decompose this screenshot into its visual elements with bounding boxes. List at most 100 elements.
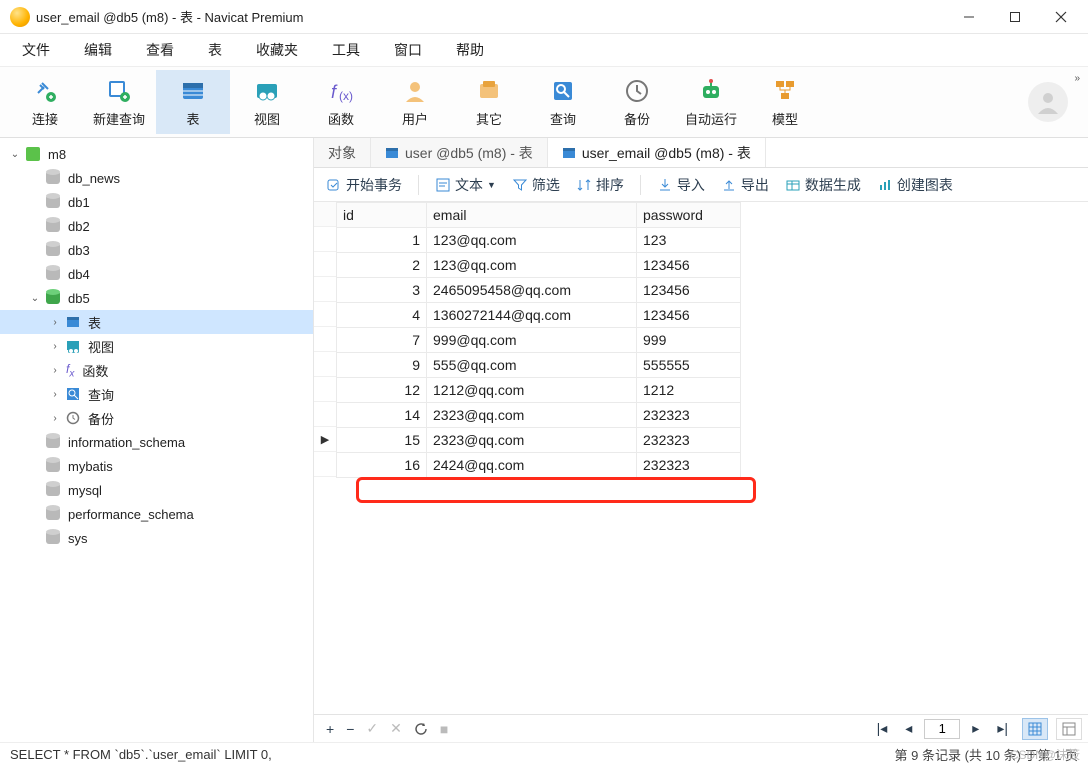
cell-id[interactable]: 7 (337, 328, 427, 353)
tree-item-db1[interactable]: db1 (0, 190, 313, 214)
cell-email[interactable]: 1212@qq.com (427, 378, 637, 403)
sort-button[interactable]: 排序 (570, 173, 630, 197)
row-gutter[interactable] (314, 352, 336, 377)
cell-id[interactable]: 9 (337, 353, 427, 378)
menu-0[interactable]: 文件 (8, 36, 64, 64)
disclosure-chevron-icon[interactable]: › (48, 389, 62, 400)
table-row[interactable]: 162424@qq.com232323 (337, 453, 741, 478)
maximize-button[interactable] (992, 0, 1038, 34)
menu-2[interactable]: 查看 (132, 36, 188, 64)
toolbar-model[interactable]: 模型 (748, 70, 822, 134)
toolbar-robot[interactable]: 自动运行 (674, 70, 748, 134)
toolbar-fn[interactable]: f(x)函数 (304, 70, 378, 134)
cell-id[interactable]: 16 (337, 453, 427, 478)
cell-password[interactable]: 123456 (637, 303, 741, 328)
first-page-button[interactable]: |◂ (871, 718, 894, 739)
minimize-button[interactable] (946, 0, 992, 34)
disclosure-chevron-icon[interactable]: › (48, 413, 62, 424)
delete-row-button[interactable]: − (340, 719, 360, 739)
row-gutter[interactable] (314, 377, 336, 402)
table-row[interactable]: 32465095458@qq.com123456 (337, 278, 741, 303)
disclosure-chevron-icon[interactable]: › (48, 317, 62, 328)
cell-id[interactable]: 15 (337, 428, 427, 453)
table-row[interactable]: 41360272144@qq.com123456 (337, 303, 741, 328)
table-row[interactable]: 142323@qq.com232323 (337, 403, 741, 428)
tree-item---[interactable]: ›fx函数 (0, 358, 313, 382)
row-gutter[interactable] (314, 452, 336, 477)
row-gutter[interactable] (314, 277, 336, 302)
cell-password[interactable]: 232323 (637, 403, 741, 428)
add-row-button[interactable]: + (320, 719, 340, 739)
column-header-id[interactable]: id (337, 203, 427, 228)
tree-item---[interactable]: ›备份 (0, 406, 313, 430)
column-header-password[interactable]: password (637, 203, 741, 228)
table-row[interactable]: 2123@qq.com123456 (337, 253, 741, 278)
begin-transaction-button[interactable]: 开始事务 (320, 173, 408, 197)
cell-password[interactable]: 123456 (637, 278, 741, 303)
page-number-input[interactable] (924, 719, 960, 739)
table-row[interactable]: 7999@qq.com999 (337, 328, 741, 353)
connection-tree[interactable]: ⌄m8db_newsdb1db2db3db4⌄db5›表›视图›fx函数›查询›… (0, 138, 314, 742)
cell-password[interactable]: 123 (637, 228, 741, 253)
tree-item-m8[interactable]: ⌄m8 (0, 142, 313, 166)
cell-email[interactable]: 999@qq.com (427, 328, 637, 353)
tree-item-mybatis[interactable]: mybatis (0, 454, 313, 478)
next-page-button[interactable]: ▸ (966, 718, 985, 739)
menu-3[interactable]: 表 (194, 36, 236, 64)
cell-id[interactable]: 12 (337, 378, 427, 403)
cell-id[interactable]: 4 (337, 303, 427, 328)
cell-password[interactable]: 232323 (637, 428, 741, 453)
table-row[interactable]: 152323@qq.com232323 (337, 428, 741, 453)
import-button[interactable]: 导入 (651, 173, 711, 197)
commit-button[interactable]: ✓ (360, 718, 384, 739)
toolbar-query[interactable]: 查询 (526, 70, 600, 134)
form-view-button[interactable] (1056, 718, 1082, 740)
disclosure-chevron-icon[interactable]: ⌄ (8, 149, 22, 160)
close-button[interactable] (1038, 0, 1084, 34)
menu-6[interactable]: 窗口 (380, 36, 436, 64)
cell-id[interactable]: 14 (337, 403, 427, 428)
datagen-button[interactable]: 数据生成 (779, 173, 867, 197)
tab-1[interactable]: user @db5 (m8) - 表 (371, 138, 548, 167)
tree-item--[interactable]: ›表 (0, 310, 313, 334)
toolbar-user[interactable]: 用户 (378, 70, 452, 134)
cell-password[interactable]: 999 (637, 328, 741, 353)
toolbar-table[interactable]: 表 (156, 70, 230, 134)
cell-email[interactable]: 123@qq.com (427, 228, 637, 253)
refresh-button[interactable] (408, 720, 434, 738)
toolbar-overflow-chevron[interactable]: » (1074, 73, 1080, 84)
table-row[interactable]: 121212@qq.com1212 (337, 378, 741, 403)
cancel-edit-button[interactable]: ✕ (384, 718, 408, 739)
tree-item-performance-schema[interactable]: performance_schema (0, 502, 313, 526)
cell-email[interactable]: 123@qq.com (427, 253, 637, 278)
cell-password[interactable]: 1212 (637, 378, 741, 403)
cell-email[interactable]: 2323@qq.com (427, 403, 637, 428)
tree-item-db-news[interactable]: db_news (0, 166, 313, 190)
grid-view-button[interactable] (1022, 718, 1048, 740)
cell-id[interactable]: 1 (337, 228, 427, 253)
text-button[interactable]: 文本 ▼ (429, 173, 502, 197)
row-gutter[interactable] (314, 302, 336, 327)
row-gutter[interactable] (314, 402, 336, 427)
cell-password[interactable]: 555555 (637, 353, 741, 378)
create-chart-button[interactable]: 创建图表 (871, 173, 959, 197)
toolbar-new-query[interactable]: 新建查询 (82, 70, 156, 134)
user-avatar[interactable] (1028, 82, 1068, 122)
tree-item-mysql[interactable]: mysql (0, 478, 313, 502)
toolbar-view[interactable]: 视图 (230, 70, 304, 134)
menu-1[interactable]: 编辑 (70, 36, 126, 64)
toolbar-plug[interactable]: 连接 (8, 70, 82, 134)
menu-4[interactable]: 收藏夹 (242, 36, 312, 64)
toolbar-backup[interactable]: 备份 (600, 70, 674, 134)
menu-5[interactable]: 工具 (318, 36, 374, 64)
cell-id[interactable]: 2 (337, 253, 427, 278)
cell-email[interactable]: 1360272144@qq.com (427, 303, 637, 328)
tab-2[interactable]: user_email @db5 (m8) - 表 (548, 138, 766, 167)
cell-password[interactable]: 232323 (637, 453, 741, 478)
data-grid[interactable]: ▶ idemailpassword1123@qq.com1232123@qq.c… (314, 202, 1088, 714)
row-gutter[interactable] (314, 327, 336, 352)
disclosure-chevron-icon[interactable]: › (48, 341, 62, 352)
tree-item---[interactable]: ›查询 (0, 382, 313, 406)
tree-item-db2[interactable]: db2 (0, 214, 313, 238)
tree-item-db5[interactable]: ⌄db5 (0, 286, 313, 310)
